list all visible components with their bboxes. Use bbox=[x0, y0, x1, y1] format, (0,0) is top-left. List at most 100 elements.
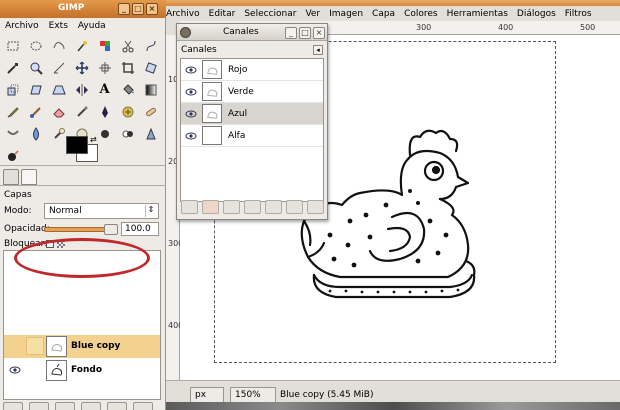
opacity-spinner[interactable]: 100.0 bbox=[121, 222, 159, 236]
fuzzy-select-icon[interactable] bbox=[72, 36, 91, 55]
channel-row-rojo[interactable]: Rojo bbox=[181, 59, 323, 81]
duplicate-layer-button[interactable] bbox=[81, 402, 101, 410]
menu-archivo[interactable]: Archivo bbox=[5, 21, 39, 31]
menu-colores[interactable]: Colores bbox=[404, 9, 438, 19]
text-icon[interactable]: A bbox=[95, 80, 114, 99]
delete-layer-button[interactable] bbox=[133, 402, 153, 410]
color-selector[interactable]: ⇄ bbox=[66, 135, 98, 162]
tab-menu-icon[interactable]: ◂ bbox=[313, 45, 323, 55]
channel-name: Rojo bbox=[228, 65, 248, 75]
color-picker-icon[interactable] bbox=[3, 58, 22, 77]
raise-layer-button[interactable] bbox=[29, 402, 49, 410]
foreground-color-swatch[interactable] bbox=[66, 136, 88, 154]
layer-row-fondo[interactable]: Fondo bbox=[4, 359, 160, 382]
move-icon[interactable] bbox=[72, 58, 91, 77]
close-icon[interactable]: × bbox=[313, 27, 325, 39]
channel-thumbnail bbox=[202, 126, 222, 145]
opacity-slider-handle[interactable] bbox=[104, 224, 118, 235]
dodge-burn-icon[interactable] bbox=[118, 124, 137, 143]
edit-channel-button[interactable] bbox=[181, 200, 198, 214]
zoom-select[interactable]: 150% bbox=[230, 387, 276, 403]
blur-icon[interactable] bbox=[26, 124, 45, 143]
unit-value: px bbox=[195, 390, 207, 400]
menu-exts[interactable]: Exts bbox=[49, 21, 68, 31]
flip-icon[interactable] bbox=[72, 80, 91, 99]
layer-row-blue-copy[interactable]: Blue copy bbox=[4, 335, 160, 358]
anchor-layer-button[interactable] bbox=[107, 402, 127, 410]
align-icon[interactable] bbox=[95, 58, 114, 77]
eraser-icon[interactable] bbox=[49, 102, 68, 121]
layer-name: Fondo bbox=[71, 365, 102, 375]
eye-icon[interactable] bbox=[185, 65, 197, 75]
channel-button-bar bbox=[180, 200, 326, 216]
pencil-icon[interactable] bbox=[3, 102, 22, 121]
eye-icon[interactable] bbox=[185, 109, 197, 119]
delete-channel-button[interactable] bbox=[307, 200, 324, 214]
menu-editar[interactable]: Editar bbox=[209, 9, 236, 19]
free-select-icon[interactable] bbox=[49, 36, 68, 55]
bucket-fill-icon[interactable] bbox=[118, 80, 137, 99]
menu-herramientas[interactable]: Herramientas bbox=[447, 9, 508, 19]
paintbrush-icon[interactable] bbox=[26, 102, 45, 121]
clone-icon[interactable] bbox=[118, 102, 137, 121]
layers-panel-title: Capas bbox=[4, 190, 32, 200]
blend-icon[interactable] bbox=[141, 80, 160, 99]
menu-ver[interactable]: Ver bbox=[305, 9, 320, 19]
scissors-icon[interactable] bbox=[118, 36, 137, 55]
smudge-icon[interactable] bbox=[3, 124, 22, 143]
channels-titlebar[interactable]: Canales _ □ × bbox=[177, 24, 327, 41]
eye-icon[interactable] bbox=[185, 131, 197, 141]
channel-row-alfa[interactable]: Alfa bbox=[181, 125, 323, 147]
toolbox-titlebar[interactable]: GIMP _ □ × bbox=[0, 0, 166, 18]
zoom-icon[interactable] bbox=[26, 58, 45, 77]
eye-icon[interactable] bbox=[185, 87, 197, 97]
raise-channel-button[interactable] bbox=[223, 200, 240, 214]
lower-layer-button[interactable] bbox=[55, 402, 75, 410]
swap-colors-icon[interactable]: ⇄ bbox=[90, 135, 97, 144]
ellipse-select-icon[interactable] bbox=[26, 36, 45, 55]
menu-archivo[interactable]: Archivo bbox=[166, 9, 200, 19]
scale-icon[interactable] bbox=[3, 80, 22, 99]
shear-icon[interactable] bbox=[26, 80, 45, 99]
sharpen-icon[interactable] bbox=[141, 124, 160, 143]
ink-icon[interactable] bbox=[95, 102, 114, 121]
new-channel-button[interactable] bbox=[202, 200, 219, 214]
close-icon[interactable]: × bbox=[146, 3, 158, 15]
menu-seleccionar[interactable]: Seleccionar bbox=[244, 9, 296, 19]
maximize-icon[interactable]: □ bbox=[299, 27, 311, 39]
opacity-label: Opacidad: bbox=[4, 224, 50, 234]
channel-to-selection-button[interactable] bbox=[286, 200, 303, 214]
channel-row-azul[interactable]: Azul bbox=[181, 103, 323, 125]
menu-dialogos[interactable]: Diálogos bbox=[517, 9, 556, 19]
layer-button-bar bbox=[3, 402, 161, 410]
unit-select[interactable]: px bbox=[190, 387, 224, 403]
paths-icon[interactable] bbox=[141, 36, 160, 55]
maximize-icon[interactable]: □ bbox=[132, 3, 144, 15]
channel-row-verde[interactable]: Verde bbox=[181, 81, 323, 103]
menu-ayuda[interactable]: Ayuda bbox=[78, 21, 106, 31]
rotate-icon[interactable] bbox=[141, 58, 160, 77]
color-select-icon[interactable] bbox=[95, 36, 114, 55]
duplicate-channel-button[interactable] bbox=[265, 200, 282, 214]
bomb-icon[interactable] bbox=[3, 146, 22, 165]
ruler-tick-label: 500 bbox=[580, 23, 596, 32]
eye-icon[interactable] bbox=[9, 365, 21, 375]
tool-options-tab-icon[interactable] bbox=[3, 169, 19, 185]
chain-toggle[interactable] bbox=[26, 337, 44, 355]
new-layer-button[interactable] bbox=[3, 402, 23, 410]
minimize-icon[interactable]: _ bbox=[285, 27, 297, 39]
mode-select[interactable]: Normal ⇕ bbox=[44, 203, 159, 219]
opacity-value: 100.0 bbox=[125, 224, 151, 234]
menu-capa[interactable]: Capa bbox=[372, 9, 395, 19]
airbrush-icon[interactable] bbox=[72, 102, 91, 121]
heal-icon[interactable] bbox=[141, 102, 160, 121]
minimize-icon[interactable]: _ bbox=[118, 3, 130, 15]
crop-icon[interactable] bbox=[118, 58, 137, 77]
menu-filtros[interactable]: Filtros bbox=[565, 9, 592, 19]
measure-icon[interactable] bbox=[49, 58, 68, 77]
menu-imagen[interactable]: Imagen bbox=[329, 9, 363, 19]
lower-channel-button[interactable] bbox=[244, 200, 261, 214]
rect-select-icon[interactable] bbox=[3, 36, 22, 55]
layers-tab-icon[interactable] bbox=[21, 169, 37, 185]
perspective-icon[interactable] bbox=[49, 80, 68, 99]
